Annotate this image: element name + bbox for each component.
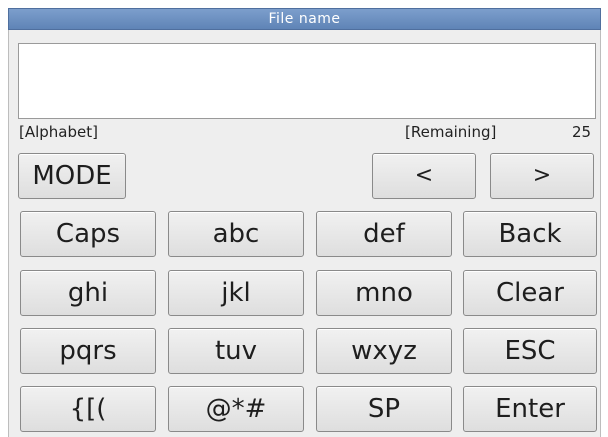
key-wxyz[interactable]: wxyz — [316, 328, 452, 374]
remaining-label: [Remaining] — [405, 123, 497, 141]
cursor-left-button[interactable]: < — [372, 153, 476, 199]
key-def[interactable]: def — [316, 211, 452, 257]
key-ghi[interactable]: ghi — [20, 270, 156, 316]
key-pqrs[interactable]: pqrs — [20, 328, 156, 374]
key-tuv[interactable]: tuv — [168, 328, 304, 374]
caps-button[interactable]: Caps — [20, 211, 156, 257]
key-mno[interactable]: mno — [316, 270, 452, 316]
remaining-count: 25 — [572, 123, 592, 141]
key-brackets[interactable]: {[( — [20, 386, 156, 432]
cursor-right-button[interactable]: > — [490, 153, 594, 199]
clear-button[interactable]: Clear — [463, 270, 597, 316]
dialog-title: File name — [8, 8, 601, 30]
back-button[interactable]: Back — [463, 211, 597, 257]
mode-button[interactable]: MODE — [18, 153, 126, 199]
esc-button[interactable]: ESC — [463, 328, 597, 374]
key-jkl[interactable]: jkl — [168, 270, 304, 316]
key-abc[interactable]: abc — [168, 211, 304, 257]
input-mode-label: [Alphabet] — [19, 123, 98, 141]
file-name-input[interactable] — [18, 43, 596, 119]
key-symbols[interactable]: @*# — [168, 386, 304, 432]
space-button[interactable]: SP — [316, 386, 452, 432]
enter-button[interactable]: Enter — [463, 386, 597, 432]
